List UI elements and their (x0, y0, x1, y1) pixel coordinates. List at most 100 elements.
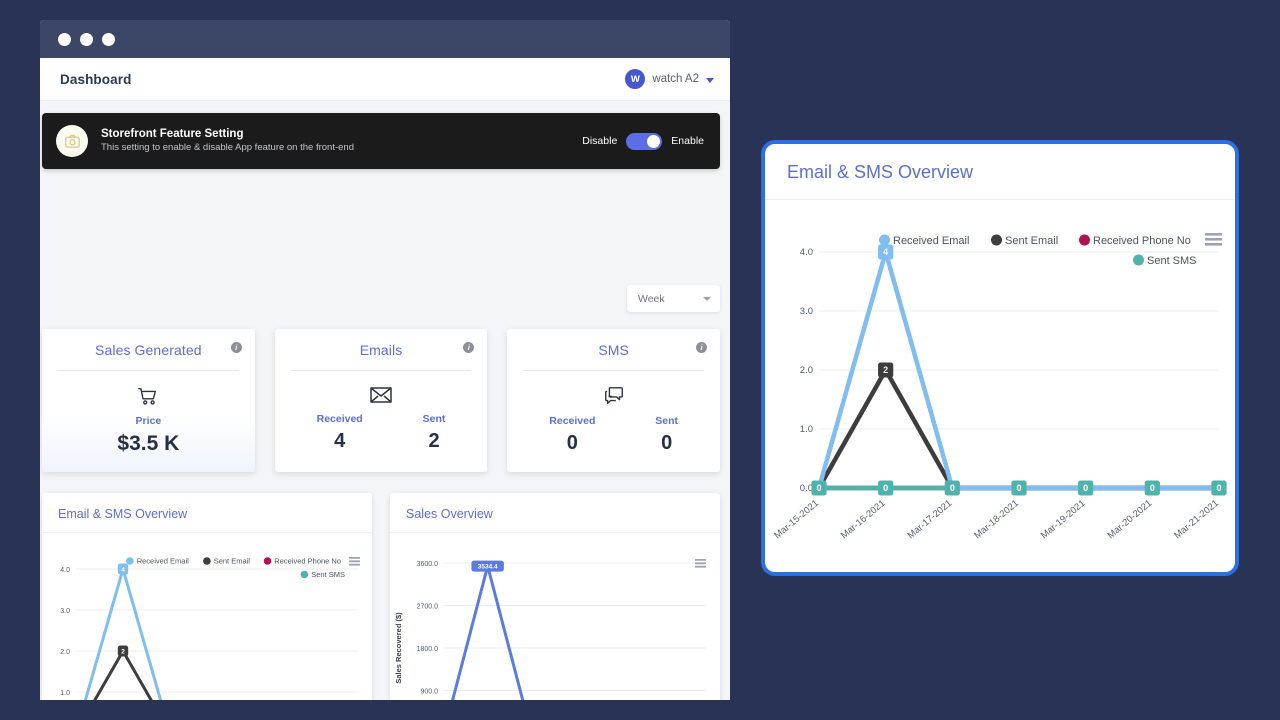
metric-label: Price (117, 415, 179, 427)
svg-text:4: 4 (121, 566, 125, 573)
svg-text:Received Phone No: Received Phone No (274, 557, 341, 566)
metric-received: Received 0 (549, 415, 595, 455)
svg-text:2: 2 (883, 365, 888, 375)
svg-text:Sent SMS: Sent SMS (311, 570, 345, 579)
metric-value: $3.5 K (117, 432, 179, 456)
svg-text:3534.4: 3534.4 (478, 563, 498, 570)
user-name-label: watch A2 (652, 73, 699, 85)
stat-card-emails: i Emails Received 4 Sent 2 (275, 329, 488, 472)
svg-text:0.0: 0.0 (800, 483, 813, 494)
hamburger-menu-icon[interactable] (695, 559, 706, 568)
banner-left: Storefront Feature Setting This setting … (56, 125, 354, 157)
week-range-value: Week (638, 293, 665, 305)
metric-sent: Sent 0 (655, 415, 678, 455)
user-menu[interactable]: W watch A2 (625, 69, 714, 89)
chat-bubbles-icon (507, 371, 720, 415)
stat-card-title: SMS (507, 342, 720, 370)
svg-text:0: 0 (1016, 483, 1021, 493)
stat-cards-row: i Sales Generated Price $3.5 K (42, 329, 720, 472)
metric-value: 0 (655, 432, 678, 455)
metric-label: Received (549, 415, 595, 427)
page-title: Dashboard (60, 72, 131, 87)
info-icon[interactable]: i (231, 342, 242, 353)
chart-panels-row: Email & SMS Overview 0.01.02.03.04.00000… (42, 493, 720, 700)
svg-text:Sent Email: Sent Email (1005, 235, 1058, 247)
popup-email-sms-overview: Email & SMS Overview 0.01.02.03.04.00000… (761, 140, 1239, 576)
hamburger-menu-icon[interactable] (1205, 233, 1222, 246)
panel-title: Sales Overview (390, 493, 720, 533)
chart-email-sms-overview: 0.01.02.03.04.0000000024Mar-15-2021Mar-1… (42, 533, 372, 700)
svg-text:0: 0 (1150, 483, 1155, 493)
stat-card-metrics: Price $3.5 K (42, 415, 255, 456)
hamburger-menu-icon[interactable] (349, 557, 360, 566)
envelope-icon (275, 371, 488, 413)
svg-text:0: 0 (950, 483, 955, 493)
storefront-feature-banner: Storefront Feature Setting This setting … (42, 113, 720, 169)
svg-text:1.0: 1.0 (800, 424, 813, 435)
svg-text:0: 0 (816, 483, 821, 493)
metric-label: Received (317, 413, 363, 425)
banner-right: Disable Enable (582, 133, 704, 150)
svg-text:Sent Email: Sent Email (214, 557, 251, 566)
svg-text:3.0: 3.0 (60, 608, 70, 615)
enable-label: Enable (671, 135, 704, 147)
close-icon[interactable] (58, 33, 71, 46)
svg-text:Mar-15-2021: Mar-15-2021 (772, 498, 821, 541)
metric-value: 4 (317, 430, 363, 453)
banner-subtitle: This setting to enable & disable App fea… (101, 142, 354, 155)
svg-text:2700.0: 2700.0 (417, 604, 439, 611)
svg-text:3600.0: 3600.0 (417, 561, 439, 568)
metric-value: 0 (549, 432, 595, 455)
svg-text:2: 2 (121, 648, 125, 655)
svg-text:0: 0 (1083, 483, 1088, 493)
svg-text:Mar-21-2021: Mar-21-2021 (1172, 498, 1221, 541)
window-titlebar (40, 20, 730, 58)
svg-text:Received Email: Received Email (893, 235, 969, 247)
app-topbar: Dashboard W watch A2 (40, 58, 730, 101)
panel-email-sms-overview: Email & SMS Overview 0.01.02.03.04.00000… (42, 493, 372, 700)
svg-text:Mar-18-2021: Mar-18-2021 (972, 498, 1021, 541)
stat-card-metrics: Received 0 Sent 0 (507, 415, 720, 455)
stat-card-title: Emails (275, 342, 488, 370)
svg-text:3.0: 3.0 (800, 306, 813, 317)
svg-text:Mar-19-2021: Mar-19-2021 (1039, 498, 1088, 541)
app-window: Dashboard W watch A2 Storefront Feature … (40, 20, 730, 700)
metric-label: Sent (655, 415, 678, 427)
svg-text:Sent SMS: Sent SMS (1147, 255, 1197, 267)
stat-card-sales-generated: i Sales Generated Price $3.5 K (42, 329, 255, 472)
svg-text:2.0: 2.0 (800, 365, 813, 376)
toggle-knob (647, 135, 660, 148)
svg-text:1.0: 1.0 (60, 690, 70, 697)
svg-text:0: 0 (1216, 483, 1221, 493)
minimize-icon[interactable] (80, 33, 93, 46)
page-body: Storefront Feature Setting This setting … (40, 101, 730, 700)
week-range-select[interactable]: Week (627, 285, 720, 312)
svg-text:Sales Recovered ($): Sales Recovered ($) (394, 612, 403, 684)
svg-text:Mar-20-2021: Mar-20-2021 (1106, 498, 1155, 541)
stat-card-metrics: Received 4 Sent 2 (275, 413, 488, 453)
avatar: W (625, 69, 645, 89)
banner-texts: Storefront Feature Setting This setting … (101, 127, 354, 155)
svg-text:1800.0: 1800.0 (417, 646, 439, 653)
info-icon[interactable]: i (696, 342, 707, 353)
chart-sales-overview: 0.0900.01800.02700.03600.0Sales Recovere… (390, 533, 720, 700)
disable-label: Disable (582, 135, 617, 147)
camera-badge-icon (56, 125, 88, 157)
storefront-feature-toggle[interactable] (626, 133, 662, 150)
svg-text:0: 0 (883, 483, 888, 493)
metric-label: Sent (423, 413, 446, 425)
metric-price: Price $3.5 K (117, 415, 179, 456)
chevron-down-icon (706, 78, 714, 83)
svg-text:2.0: 2.0 (60, 649, 70, 656)
svg-text:Mar-17-2021: Mar-17-2021 (906, 498, 955, 541)
panel-title: Email & SMS Overview (42, 493, 372, 533)
chevron-down-icon (703, 297, 711, 301)
banner-title: Storefront Feature Setting (101, 127, 354, 143)
stat-card-sms: i SMS Received 0 Sent (507, 329, 720, 472)
panel-sales-overview: Sales Overview 0.0900.01800.02700.03600.… (390, 493, 720, 700)
svg-text:4.0: 4.0 (800, 247, 813, 258)
svg-text:Received Phone No: Received Phone No (1093, 235, 1191, 247)
maximize-icon[interactable] (102, 33, 115, 46)
metric-value: 2 (423, 430, 446, 453)
svg-text:900.0: 900.0 (420, 689, 438, 696)
